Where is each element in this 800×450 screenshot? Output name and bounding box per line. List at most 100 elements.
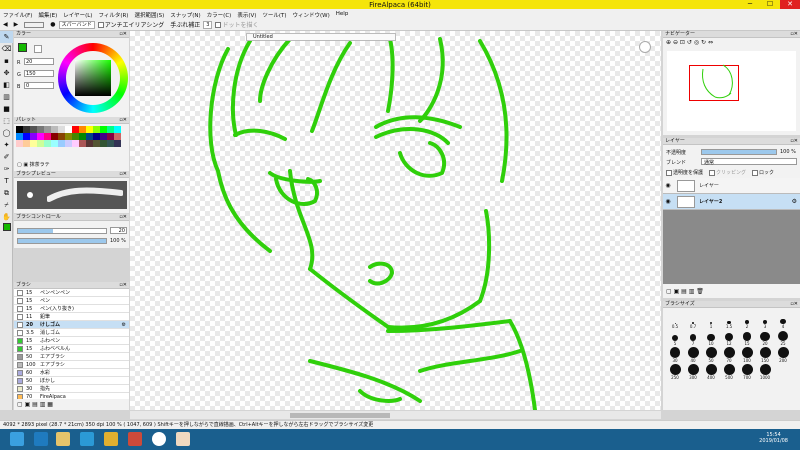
brush-size-cell[interactable]: 1 bbox=[702, 312, 720, 329]
undo-icon[interactable]: ◀ bbox=[3, 21, 8, 28]
palette-swatch[interactable] bbox=[44, 140, 51, 147]
palette-swatch[interactable] bbox=[23, 126, 30, 133]
brush-item[interactable]: 20 けしゴム ⚙ bbox=[14, 321, 129, 329]
brush-size-cell[interactable]: 7 bbox=[684, 329, 702, 346]
add-brush-icon[interactable]: ▢ ▣ ▤ ▥ ▦ bbox=[17, 401, 53, 408]
brush-size-cell[interactable]: 15 bbox=[738, 329, 756, 346]
brush-item[interactable]: 15 ペンペンペン bbox=[14, 289, 129, 297]
palette-swatch[interactable] bbox=[114, 133, 121, 140]
rotate-right-icon[interactable]: ↻ bbox=[701, 39, 706, 46]
fill-tool-icon[interactable]: ◧ bbox=[0, 79, 13, 91]
palette-swatch[interactable] bbox=[16, 140, 23, 147]
brush-size-cell[interactable]: 0.5 bbox=[666, 312, 684, 329]
brush-settings-icon[interactable]: ⚙ bbox=[122, 322, 126, 328]
horizontal-scroll-thumb[interactable] bbox=[290, 413, 390, 418]
palette-swatch[interactable] bbox=[37, 133, 44, 140]
palette-swatch[interactable] bbox=[44, 133, 51, 140]
layer-opacity-slider[interactable] bbox=[701, 149, 777, 155]
brush-size-cell[interactable]: 5 bbox=[666, 329, 684, 346]
brush-tool-icon[interactable]: ✎ bbox=[0, 31, 13, 43]
g-input[interactable]: 150 bbox=[24, 70, 54, 77]
palette-swatch[interactable] bbox=[107, 140, 114, 147]
b-input[interactable]: 0 bbox=[24, 82, 54, 89]
palette-swatch[interactable] bbox=[79, 140, 86, 147]
palette-swatch[interactable] bbox=[86, 140, 93, 147]
panel-close-icon[interactable]: ▫✕ bbox=[790, 138, 798, 145]
brush-size-cell[interactable]: 2 bbox=[738, 312, 756, 329]
brush-size-cell[interactable]: 100 bbox=[738, 346, 756, 363]
menu-tool[interactable]: ツール(T) bbox=[259, 9, 289, 19]
canvas-area[interactable] bbox=[130, 31, 661, 410]
layer-settings-icon[interactable]: ⚙ bbox=[792, 198, 797, 205]
brush-size-cell[interactable]: 0.7 bbox=[684, 312, 702, 329]
drawing-canvas[interactable] bbox=[130, 31, 661, 410]
brush-size-cell[interactable]: 50 bbox=[702, 346, 720, 363]
snap-mode-select[interactable]: スパーバンド bbox=[58, 20, 95, 29]
menu-layer[interactable]: レイヤー(L) bbox=[60, 9, 95, 19]
palette-swatch[interactable] bbox=[107, 133, 114, 140]
firealpaca-taskbar-icon[interactable] bbox=[176, 432, 190, 446]
palette-swatch[interactable] bbox=[65, 140, 72, 147]
palette-swatch[interactable] bbox=[79, 126, 86, 133]
palette-swatch[interactable] bbox=[44, 126, 51, 133]
brush-size-cell[interactable]: 3 bbox=[756, 312, 774, 329]
menu-help[interactable]: Help bbox=[333, 9, 352, 19]
brush-size-cell[interactable]: 250 bbox=[666, 363, 684, 380]
eye-icon[interactable]: ◉ bbox=[663, 198, 673, 205]
brush-list[interactable]: 15 ペンペンペン 15 ペン 15 ペン(入り抜き) 11 鉛筆 20 けしゴム ⚙ 3.5 消しゴム… bbox=[14, 289, 129, 399]
text-tool-icon[interactable]: T bbox=[0, 175, 13, 187]
palette-swatch[interactable] bbox=[100, 133, 107, 140]
brush-size-cell[interactable]: 4 bbox=[774, 312, 792, 329]
maximize-button[interactable]: ☐ bbox=[760, 0, 780, 9]
brush-size-cell[interactable]: 25 bbox=[774, 329, 792, 346]
brush-size-cell[interactable]: 700 bbox=[738, 363, 756, 380]
palette-swatch[interactable] bbox=[72, 133, 79, 140]
hue-wheel[interactable] bbox=[58, 43, 128, 113]
flip-icon[interactable]: ⇔ bbox=[708, 39, 713, 46]
brush-item[interactable]: 50 ぼかし bbox=[14, 377, 129, 385]
select-eraser-icon[interactable]: ✑ bbox=[0, 163, 13, 175]
start-icon[interactable] bbox=[10, 432, 24, 446]
hand-tool-icon[interactable]: ✋ bbox=[0, 211, 13, 223]
saturation-square[interactable] bbox=[75, 60, 111, 96]
menu-edit[interactable]: 編集(E) bbox=[35, 9, 60, 19]
brush-item[interactable]: 15 ペン bbox=[14, 297, 129, 305]
lock-checkbox[interactable] bbox=[752, 169, 759, 176]
menu-color[interactable]: カラー(C) bbox=[204, 9, 235, 19]
close-button[interactable]: ✕ bbox=[780, 0, 800, 9]
menu-window[interactable]: ウィンドウ(W) bbox=[290, 9, 333, 19]
menu-view[interactable]: 表示(V) bbox=[234, 9, 259, 19]
palette-swatch[interactable] bbox=[65, 126, 72, 133]
frame-tool-icon[interactable]: ⧉ bbox=[0, 187, 13, 199]
palette-swatch[interactable] bbox=[23, 140, 30, 147]
palette-swatch[interactable] bbox=[58, 140, 65, 147]
eraser-tool-icon[interactable]: ⌫ bbox=[0, 43, 13, 55]
palette-swatch[interactable] bbox=[86, 126, 93, 133]
palette-swatch[interactable] bbox=[65, 133, 72, 140]
eye-icon[interactable]: ◉ bbox=[663, 182, 673, 189]
brush-opacity-slider[interactable] bbox=[17, 238, 107, 244]
palette-swatch[interactable] bbox=[37, 126, 44, 133]
horizontal-scrollbar[interactable] bbox=[130, 411, 661, 419]
store-icon[interactable] bbox=[80, 432, 94, 446]
select-pen-icon[interactable]: ✐ bbox=[0, 151, 13, 163]
palette-swatch[interactable] bbox=[93, 126, 100, 133]
palette-swatch[interactable] bbox=[86, 133, 93, 140]
palette-swatch[interactable] bbox=[23, 133, 30, 140]
brush-dot-icon[interactable]: ● bbox=[50, 21, 55, 28]
chrome-icon[interactable] bbox=[104, 432, 118, 446]
document-tab[interactable]: Untitled bbox=[246, 33, 396, 41]
palette-swatch[interactable] bbox=[93, 140, 100, 147]
menu-file[interactable]: ファイル(F) bbox=[0, 9, 35, 19]
brush-size-value[interactable]: 20 bbox=[110, 227, 127, 234]
brush-item[interactable]: 60 水彩 bbox=[14, 369, 129, 377]
navigator-preview[interactable] bbox=[667, 51, 796, 131]
rotate-left-icon[interactable]: ↺ bbox=[687, 39, 692, 46]
palette-swatch[interactable] bbox=[114, 140, 121, 147]
select-tool-icon[interactable]: ⬚ bbox=[0, 115, 13, 127]
palette-swatch[interactable] bbox=[114, 126, 121, 133]
panel-close-icon[interactable]: ▫✕ bbox=[119, 214, 127, 221]
menu-snap[interactable]: スナップ(N) bbox=[167, 9, 203, 19]
ie-icon[interactable] bbox=[34, 432, 48, 446]
brush-item[interactable]: 15 ふわベベルん bbox=[14, 345, 129, 353]
